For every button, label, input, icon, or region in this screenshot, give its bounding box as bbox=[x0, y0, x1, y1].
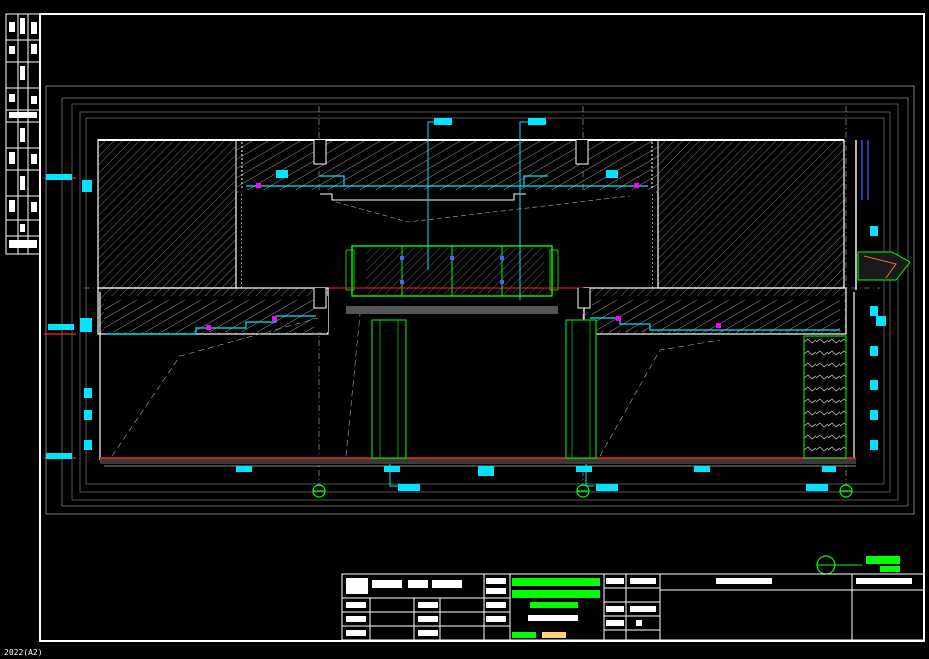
right-side-details bbox=[855, 140, 911, 450]
columns bbox=[371, 319, 847, 459]
left-level-markers bbox=[44, 174, 92, 459]
grid-bubbles[interactable] bbox=[312, 484, 853, 498]
left-title-strip bbox=[5, 13, 41, 255]
status-bar-text: 2022(A2) bbox=[4, 648, 43, 657]
title-block-fills bbox=[346, 578, 912, 638]
cad-drawing-canvas[interactable] bbox=[0, 0, 929, 659]
bottom-dimension-tags bbox=[236, 466, 836, 476]
lower-floor bbox=[97, 287, 856, 467]
central-glass-block bbox=[345, 245, 559, 314]
section-marker-icon[interactable] bbox=[816, 555, 900, 575]
